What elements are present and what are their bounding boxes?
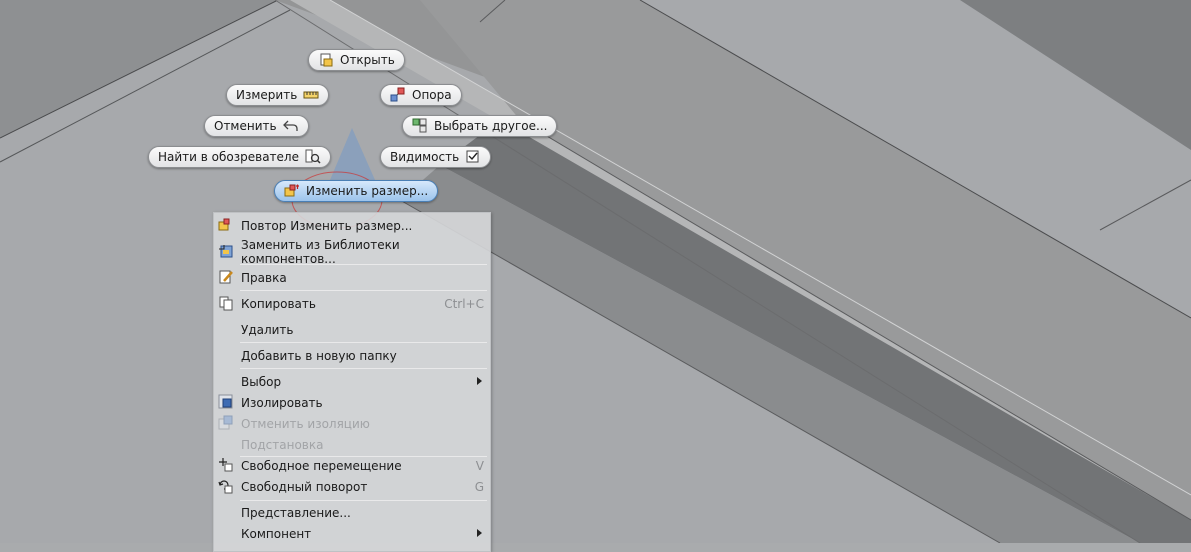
support-icon [390,87,406,103]
menu-item-isolate[interactable]: Изолировать [214,392,490,413]
model-geometry [0,0,1191,544]
submenu-arrow-icon [477,529,482,537]
copy-icon [218,295,234,311]
free-rotate-icon [218,478,234,494]
menu-separator [240,500,487,501]
undo-icon [282,118,299,134]
select-other-icon [412,118,428,134]
submenu-arrow-icon [477,377,482,385]
isolate-icon [218,394,234,410]
menu-item-replace-from-library[interactable]: Заменить из Библиотеки компонентов... [214,238,490,266]
find-in-browser-button[interactable]: Найти в обозревателе [148,146,331,168]
undo-button[interactable]: Отменить [204,115,309,137]
menu-item-substitution[interactable]: Подстановка [214,434,490,455]
menu-item-delete[interactable]: Удалить [214,319,490,340]
menu-item-repeat-resize[interactable]: Повтор Изменить размер... [214,215,490,236]
library-replace-icon [218,243,234,259]
menu-separator [240,368,487,369]
resize-icon [218,217,234,233]
menu-separator [240,290,487,291]
support-button[interactable]: Опора [380,84,462,106]
menu-item-selection[interactable]: Выбор [214,371,490,392]
open-button[interactable]: Открыть [308,49,405,71]
free-move-icon [218,457,234,473]
select-other-button[interactable]: Выбрать другое... [402,115,558,137]
undo-isolate-icon [218,415,234,431]
menu-item-undo-isolate[interactable]: Отменить изоляцию [214,413,490,434]
visibility-button[interactable]: Видимость [380,146,492,168]
find-browser-icon [305,149,321,165]
menu-item-copy[interactable]: Копировать Ctrl+C [214,293,490,314]
resize-icon [284,183,300,199]
edit-icon [218,269,234,285]
menu-separator [240,264,487,265]
resize-button[interactable]: Изменить размер... [274,180,439,202]
menu-item-edit[interactable]: Правка [214,267,490,288]
menu-item-free-move[interactable]: Свободное перемещение V [214,455,490,476]
open-icon [318,52,334,68]
3d-viewport[interactable] [0,0,1191,544]
menu-separator [240,342,487,343]
menu-item-representation[interactable]: Представление... [214,502,490,523]
measure-button[interactable]: Измерить [226,84,330,106]
ruler-icon [303,87,319,103]
menu-item-free-rotate[interactable]: Свободный поворот G [214,476,490,497]
context-menu: Повтор Изменить размер... Заменить из Би… [213,212,491,552]
menu-item-component[interactable]: Компонент [214,523,490,544]
visibility-checkbox-icon [465,149,481,165]
menu-item-add-to-new-folder[interactable]: Добавить в новую папку [214,345,490,366]
